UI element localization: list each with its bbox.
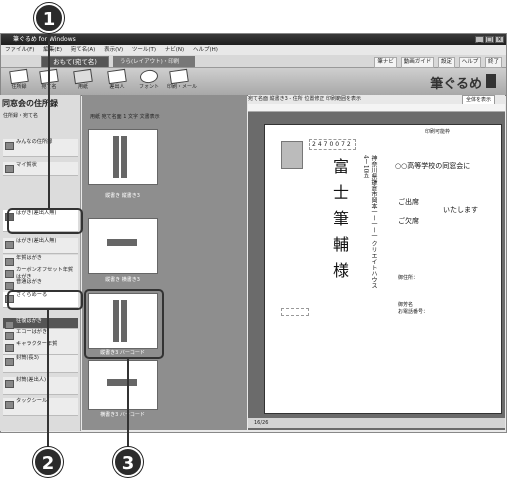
thumb-vertical-horizontal[interactable] — [88, 218, 158, 274]
print-mail-button[interactable]: 印刷・メール — [167, 68, 197, 94]
help-button[interactable]: ヘルプ — [458, 57, 482, 68]
postcard-preview[interactable]: 印刷可能枠 2470072 富士筆輔様 神奈川県鎌倉市岡本一ー一ー一 クリエイト… — [264, 124, 502, 414]
callout-line-3 — [127, 359, 129, 447]
mode-tabs: おもて(宛て名) うら(レイアウト)・印刷 筆ナビ 動画ガイド 設定 ヘルプ 終… — [1, 55, 506, 68]
font-icon — [139, 68, 159, 85]
sender-icon — [107, 68, 127, 85]
sidebar-item-tack-seal[interactable]: タックシール — [3, 398, 78, 416]
sidebar-item-my-cards[interactable]: マイ賀状 — [3, 162, 78, 176]
menu-edit[interactable]: 編集(E) — [43, 47, 62, 53]
folder-icon — [5, 258, 14, 266]
status-bar: 16/26 — [248, 418, 505, 428]
page-indicator: 16/26 — [254, 420, 269, 426]
tab-front[interactable]: おもて(宛て名) — [41, 56, 109, 67]
print-area-label: 印刷可能枠 — [425, 129, 451, 135]
envelope-icon — [5, 358, 14, 366]
menu-bar: ファイル(F) 編集(E) 宛て名(A) 表示(V) ツール(T) ナビ(N) … — [1, 45, 506, 55]
callout-3: 3 — [113, 447, 143, 477]
postal-code: 2470072 — [309, 139, 356, 150]
menu-file[interactable]: ファイル(F) — [5, 47, 34, 53]
paper-icon — [73, 68, 93, 85]
sender-postal-box — [281, 308, 309, 316]
window-title: 筆ぐるめ for Windows — [13, 36, 76, 43]
printer-icon — [169, 68, 189, 85]
paper-button[interactable]: 用紙 — [71, 68, 95, 94]
address-book-icon — [9, 68, 29, 85]
callout-line-1 — [48, 33, 50, 209]
menu-help[interactable]: ヘルプ(H) — [193, 47, 218, 53]
sidebar-item-everyone[interactable]: みんなの住所録 — [3, 139, 78, 157]
stamp-icon — [281, 141, 303, 169]
sidebar-item-character[interactable]: キャラクター年賀 — [3, 341, 78, 355]
address-book-subtitle: 住所録・宛て名 — [3, 113, 39, 119]
tab-back[interactable]: うら(レイアウト)・印刷 — [113, 56, 195, 67]
folder-icon — [5, 270, 14, 278]
address-book-button[interactable]: 住所録 — [7, 68, 31, 94]
title-bar: 筆ぐるめ for Windows _ □ × — [1, 34, 506, 45]
menu-view[interactable]: 表示(V) — [104, 47, 123, 53]
menu-tools[interactable]: ツール(T) — [132, 47, 156, 53]
thumbs-header: 用紙 宛て名面 1 文字 文書表示 — [90, 114, 160, 120]
folder-icon — [5, 332, 14, 340]
navi-button[interactable]: 筆ナビ — [374, 57, 397, 68]
menu-address[interactable]: 宛て名(A) — [71, 47, 96, 53]
callout-2: 2 — [33, 447, 63, 477]
menu-navi[interactable]: ナビ(N) — [165, 47, 184, 53]
envelope-icon — [5, 380, 14, 388]
brand-mark — [486, 74, 496, 88]
ruler — [248, 104, 505, 112]
recipient-name: 富士筆輔様 — [330, 158, 349, 288]
postcard-icon — [5, 241, 14, 249]
close-icon[interactable]: × — [495, 36, 504, 43]
folder-icon — [5, 344, 14, 352]
card-icon — [5, 165, 14, 173]
sidebar-item-envelope[interactable]: 封筒(長3) — [3, 355, 78, 373]
thumb-caption: 縦書き 横書き3 — [105, 277, 140, 283]
thumb-vertical-3[interactable] — [88, 129, 158, 185]
sidebar-item-postcard-no-sender-2[interactable]: はがき(差出人無) — [3, 238, 78, 254]
thumb-caption: 横書き3 バーコード — [100, 412, 145, 418]
recipient-address: 神奈川県鎌倉市岡本一ー一ー一 クリエイトハウス4ー10五 — [362, 155, 377, 289]
minimize-icon[interactable]: _ — [475, 36, 484, 43]
people-icon — [5, 142, 14, 150]
callout-line-2 — [47, 310, 49, 447]
thumb-horizontal-barcode[interactable] — [88, 360, 158, 410]
folder-icon — [5, 282, 14, 290]
brand-logo: 筆ぐるめ — [430, 77, 482, 92]
settings-button[interactable]: 設定 — [437, 57, 455, 68]
top-nav: 筆ナビ 動画ガイド 設定 ヘルプ 終了 — [372, 57, 502, 68]
sender-button[interactable]: 差出人 — [105, 68, 129, 94]
highlight-2 — [7, 290, 83, 310]
grid-icon — [5, 401, 14, 409]
thumb-caption: 縦書き 縦書き3 — [105, 193, 140, 199]
toolbar: 住所録 宛て名 用紙 差出人 フォント 印刷・メール 筆ぐるめ — [1, 68, 506, 96]
video-guide-button[interactable]: 動画ガイド — [400, 57, 435, 68]
highlight-1 — [7, 208, 83, 234]
sidebar-item-envelope-sender[interactable]: 封筒(差出人) — [3, 377, 78, 395]
font-button[interactable]: フォント — [137, 68, 161, 94]
highlight-3 — [84, 289, 164, 359]
callout-1: 1 — [34, 3, 64, 33]
maximize-icon[interactable]: □ — [485, 36, 494, 43]
sidebar-item-return[interactable]: 往復はがき — [3, 318, 78, 329]
preview-header: 宛て名面 縦書き3 - 住所 位置修正 印刷範囲を表示 全体を表示 — [248, 95, 505, 106]
exit-button[interactable]: 終了 — [484, 57, 502, 68]
folder-icon — [5, 321, 14, 329]
